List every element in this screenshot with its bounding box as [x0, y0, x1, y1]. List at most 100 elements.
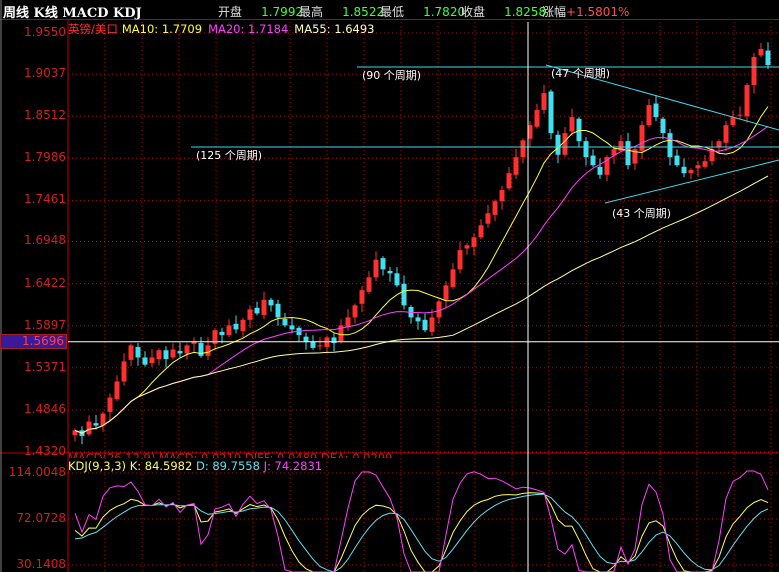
candle-up — [758, 49, 764, 56]
candle-up — [737, 114, 743, 116]
candle-up — [226, 325, 232, 336]
candle-down — [303, 336, 309, 342]
candle-up — [128, 345, 134, 360]
candle-down — [590, 155, 596, 166]
annotation-125: (125 个周期) — [196, 149, 263, 162]
candle-up — [240, 319, 246, 332]
candle-up — [450, 269, 456, 287]
candle-down — [625, 141, 631, 166]
candle-up — [86, 421, 92, 435]
price-tick: 1.8512 — [24, 108, 66, 123]
candle-up — [107, 397, 113, 412]
candle-down — [660, 118, 666, 134]
candle-up — [471, 237, 477, 247]
candle-down — [681, 166, 687, 174]
candle-up — [492, 201, 498, 215]
candle-down — [219, 331, 225, 336]
candle-down — [93, 423, 99, 426]
candle-up — [688, 169, 694, 174]
candle-down — [548, 91, 554, 134]
candle-up — [723, 125, 729, 143]
ma20-line — [74, 125, 769, 434]
symbol-label: 英镑/美口 — [68, 22, 118, 36]
ma10-line — [74, 106, 769, 434]
candle-up — [317, 345, 323, 347]
price-tick: 1.5371 — [24, 359, 66, 374]
candle-up — [730, 117, 736, 126]
candle-up — [261, 299, 267, 316]
candle-down — [275, 303, 281, 318]
candle-down — [142, 357, 148, 365]
candle-down — [268, 299, 274, 306]
candle-down — [401, 283, 407, 306]
candle-up — [562, 133, 568, 155]
candle-up — [751, 57, 757, 86]
candle-down — [233, 323, 239, 330]
candle-up — [520, 140, 526, 158]
kdj-tick: 30.1408 — [16, 557, 66, 571]
annotation-43: (43 个周期) — [612, 207, 672, 220]
candle-down — [394, 273, 400, 286]
candle-down — [597, 166, 603, 175]
candle-up — [149, 357, 155, 364]
kdj-k: K: 84.5982 — [129, 459, 193, 473]
candle-up — [457, 250, 463, 270]
candle-up — [485, 213, 491, 224]
candle-up — [695, 165, 701, 169]
candle-up — [534, 109, 540, 127]
candle-up — [247, 309, 253, 320]
kdj-j: J: 74.2831 — [263, 459, 323, 473]
candle-down — [380, 258, 386, 270]
candle-down — [422, 319, 428, 331]
candle-down — [282, 319, 288, 326]
candle-up — [569, 117, 575, 132]
price-tick: 1.7986 — [24, 150, 66, 165]
price-tick: 1.6948 — [24, 233, 66, 248]
candle-up — [646, 105, 652, 126]
candle-up — [345, 317, 351, 328]
candle-down — [289, 325, 295, 330]
price-chart[interactable] — [0, 0, 779, 572]
candle-down — [163, 350, 169, 360]
price-tick: 1.7461 — [24, 192, 66, 207]
candle-up — [702, 161, 708, 167]
ma20-value: MA20: 1.7184 — [208, 22, 289, 36]
kdj-d: D: 89.7558 — [195, 459, 260, 473]
candle-up — [478, 225, 484, 238]
candle-up — [121, 361, 127, 382]
candle-up — [744, 85, 750, 117]
ma-legend: 英镑/美口 MA10: 1.7709 MA20: 1.7184 MA55: 1.649… — [68, 21, 374, 37]
candle-up — [156, 350, 162, 360]
candle-down — [135, 347, 141, 358]
candle-up — [541, 93, 547, 110]
candle-down — [254, 307, 260, 314]
candle-up — [464, 245, 470, 249]
candle-up — [352, 305, 358, 318]
candle-up — [499, 190, 505, 202]
price-tick: 1.4846 — [24, 401, 66, 416]
annotation-90: (90 个周期) — [362, 69, 422, 82]
candle-up — [506, 173, 512, 189]
candle-up — [373, 259, 379, 278]
candle-down — [667, 133, 673, 158]
candle-down — [310, 341, 316, 348]
trend-line — [604, 159, 779, 204]
crosshair-price-label: 1.5696 — [0, 334, 67, 349]
candle-down — [583, 141, 589, 158]
price-tick: 1.9037 — [24, 66, 66, 81]
macd-legend: MACD(26,12,9) MACD: 0.0219 DIFF: 0.0489 … — [68, 451, 393, 458]
candle-down — [576, 118, 582, 142]
candle-up — [359, 290, 365, 304]
ma55-value: MA55: 1.6493 — [294, 22, 375, 36]
candle-up — [114, 381, 120, 400]
price-tick: 1.9550 — [24, 25, 66, 39]
candle-up — [205, 345, 211, 356]
annotation-47: (47 个周期) — [551, 67, 611, 80]
candle-down — [765, 50, 771, 66]
candle-down — [674, 155, 680, 166]
candle-up — [513, 157, 519, 175]
kdj-tick: 114.0048 — [8, 465, 66, 479]
candle-down — [555, 134, 561, 155]
candle-down — [387, 270, 393, 274]
price-tick: 1.5897 — [24, 317, 66, 332]
